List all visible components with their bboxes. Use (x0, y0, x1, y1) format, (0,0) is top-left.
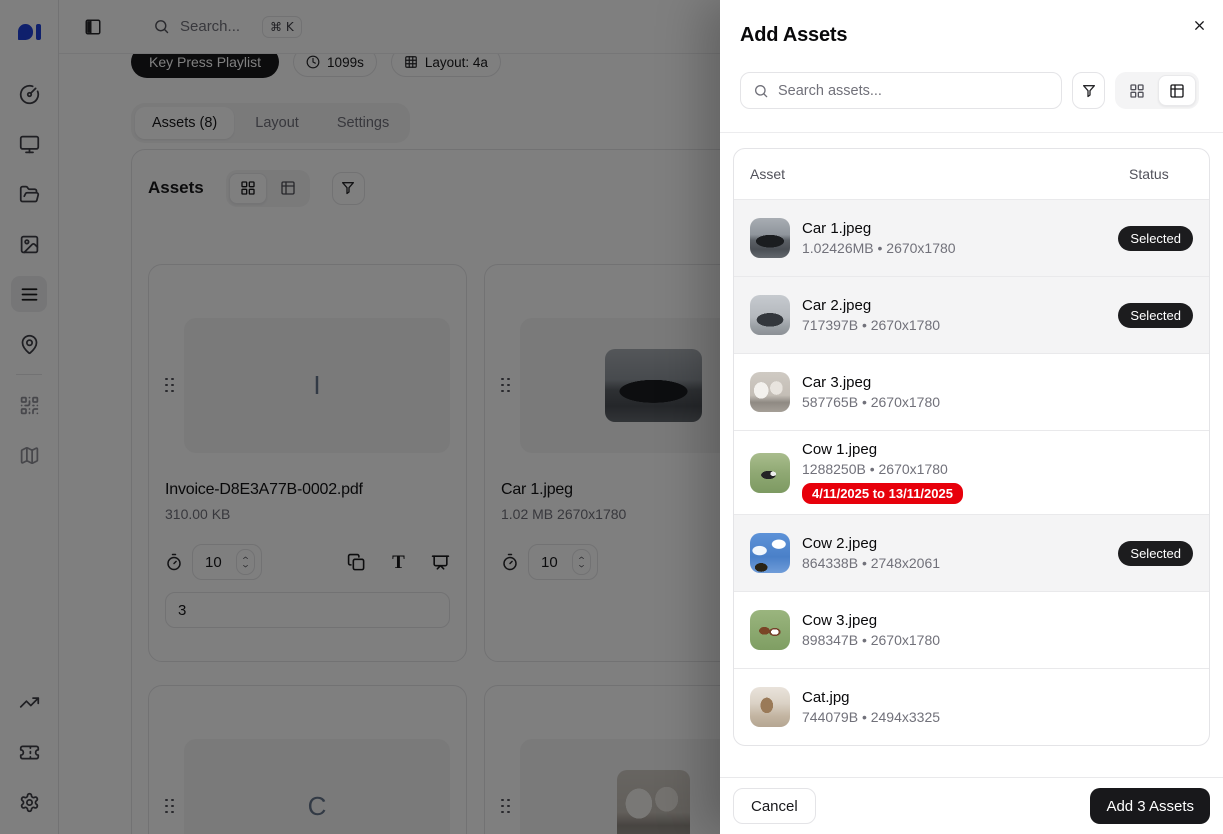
asset-search-field[interactable] (740, 72, 1062, 109)
asset-name: Cat.jpg (802, 689, 1193, 706)
cancel-button[interactable]: Cancel (733, 788, 816, 824)
layout-grid-icon (1129, 83, 1145, 99)
column-status: Status (1129, 166, 1193, 182)
drawer-search-row (720, 72, 1223, 133)
search-icon (753, 83, 769, 99)
status-badge: Selected (1118, 226, 1193, 251)
close-button[interactable] (1188, 14, 1210, 36)
asset-name: Cow 3.jpeg (802, 612, 1193, 629)
table-icon (1169, 83, 1185, 99)
app-screen: Search... ⌘ K Key Press Playlist 1099s L… (0, 0, 1223, 834)
asset-table: Asset Status Car 1.jpeg 1.02426MB • 2670x… (733, 148, 1210, 746)
asset-thumbnail (750, 372, 790, 412)
x-icon (1192, 18, 1207, 33)
asset-row[interactable]: Cow 1.jpeg 1288250B • 2670x1780 4/11/2025 … (734, 430, 1209, 514)
asset-thumbnail (750, 533, 790, 573)
asset-row[interactable]: Cat.jpg 744079B • 2494x3325 (734, 668, 1209, 745)
asset-table-header: Asset Status (734, 149, 1209, 199)
drawer-title: Add Assets (720, 0, 1223, 47)
asset-search-input[interactable] (778, 83, 1049, 99)
asset-thumbnail (750, 295, 790, 335)
asset-thumbnail (750, 610, 790, 650)
asset-thumbnail (750, 453, 790, 493)
asset-meta: 864338B • 2748x2061 (802, 555, 1118, 571)
asset-thumbnail (750, 687, 790, 727)
date-range-badge: 4/11/2025 to 13/11/2025 (802, 483, 963, 504)
asset-meta: 587765B • 2670x1780 (802, 394, 1193, 410)
asset-row[interactable]: Car 1.jpeg 1.02426MB • 2670x1780Selected (734, 199, 1209, 276)
asset-name: Car 2.jpeg (802, 297, 1118, 314)
asset-row[interactable]: Car 2.jpeg 717397B • 2670x1780Selected (734, 276, 1209, 353)
column-asset: Asset (750, 166, 1129, 182)
asset-meta: 744079B • 2494x3325 (802, 709, 1193, 725)
drawer-footer: Cancel Add 3 Assets (720, 777, 1223, 834)
add-assets-drawer: Add Assets Asset Status Car 1.jpeg 1.0242… (720, 0, 1223, 834)
asset-row[interactable]: Cow 2.jpeg 864338B • 2748x2061Selected (734, 514, 1209, 591)
asset-meta: 717397B • 2670x1780 (802, 317, 1118, 333)
asset-name: Car 1.jpeg (802, 220, 1118, 237)
asset-row[interactable]: Car 3.jpeg 587765B • 2670x1780 (734, 353, 1209, 430)
status-badge: Selected (1118, 303, 1193, 328)
drawer-view-toggle (1115, 72, 1199, 109)
asset-meta: 898347B • 2670x1780 (802, 632, 1193, 648)
asset-row[interactable]: Cow 3.jpeg 898347B • 2670x1780 (734, 591, 1209, 668)
funnel-icon (1081, 83, 1097, 99)
drawer-table-view-button[interactable] (1158, 75, 1196, 106)
add-assets-button[interactable]: Add 3 Assets (1090, 788, 1210, 824)
asset-meta: 1288250B • 2670x1780 (802, 461, 1193, 477)
asset-name: Car 3.jpeg (802, 374, 1193, 391)
asset-thumbnail (750, 218, 790, 258)
asset-name: Cow 1.jpeg (802, 441, 1193, 458)
drawer-grid-view-button[interactable] (1118, 75, 1156, 106)
asset-name: Cow 2.jpeg (802, 535, 1118, 552)
asset-meta: 1.02426MB • 2670x1780 (802, 240, 1118, 256)
drawer-filter-button[interactable] (1072, 72, 1105, 109)
status-badge: Selected (1118, 541, 1193, 566)
